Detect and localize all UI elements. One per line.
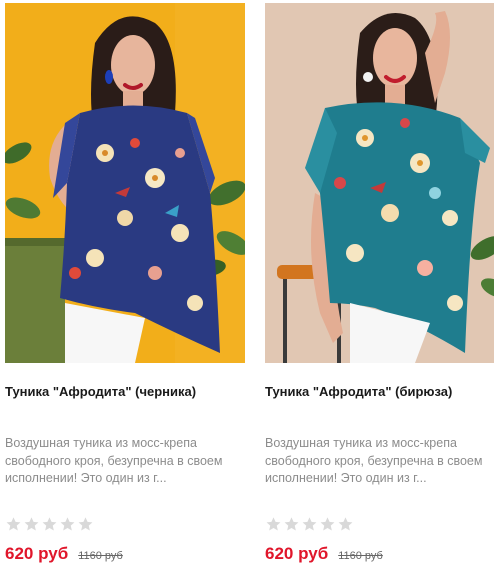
star-icon[interactable] — [59, 516, 76, 533]
product-description: Воздушная туника из мосс-крепа свободног… — [265, 436, 483, 485]
current-price: 620 руб — [265, 544, 329, 563]
current-price: 620 руб — [5, 544, 69, 563]
product-title[interactable]: Туника "Афродита" (бирюза) — [265, 384, 494, 399]
old-price: 1160 руб — [338, 550, 383, 562]
product-image[interactable] — [265, 3, 494, 363]
star-icon[interactable] — [283, 516, 300, 533]
product-card[interactable]: Туника "Афродита" (черника) Воздушная ту… — [5, 0, 245, 580]
product-image[interactable] — [5, 3, 245, 363]
price-row: 620 руб 1160 руб — [5, 544, 123, 564]
star-icon[interactable] — [319, 516, 336, 533]
rating-stars[interactable] — [265, 516, 354, 533]
old-price: 1160 руб — [78, 550, 123, 562]
star-icon[interactable] — [5, 516, 22, 533]
star-icon[interactable] — [41, 516, 58, 533]
price-row: 620 руб 1160 руб — [265, 544, 383, 564]
rating-stars[interactable] — [5, 516, 94, 533]
star-icon[interactable] — [301, 516, 318, 533]
star-icon[interactable] — [337, 516, 354, 533]
star-icon[interactable] — [77, 516, 94, 533]
star-icon[interactable] — [265, 516, 282, 533]
product-card[interactable]: Туника "Афродита" (бирюза) Воздушная тун… — [265, 0, 494, 580]
product-description: Воздушная туника из мосс-крепа свободног… — [5, 436, 223, 485]
product-photo-turquoise — [265, 3, 494, 363]
product-title[interactable]: Туника "Афродита" (черника) — [5, 384, 245, 399]
product-photo-navy — [5, 3, 245, 363]
star-icon[interactable] — [23, 516, 40, 533]
